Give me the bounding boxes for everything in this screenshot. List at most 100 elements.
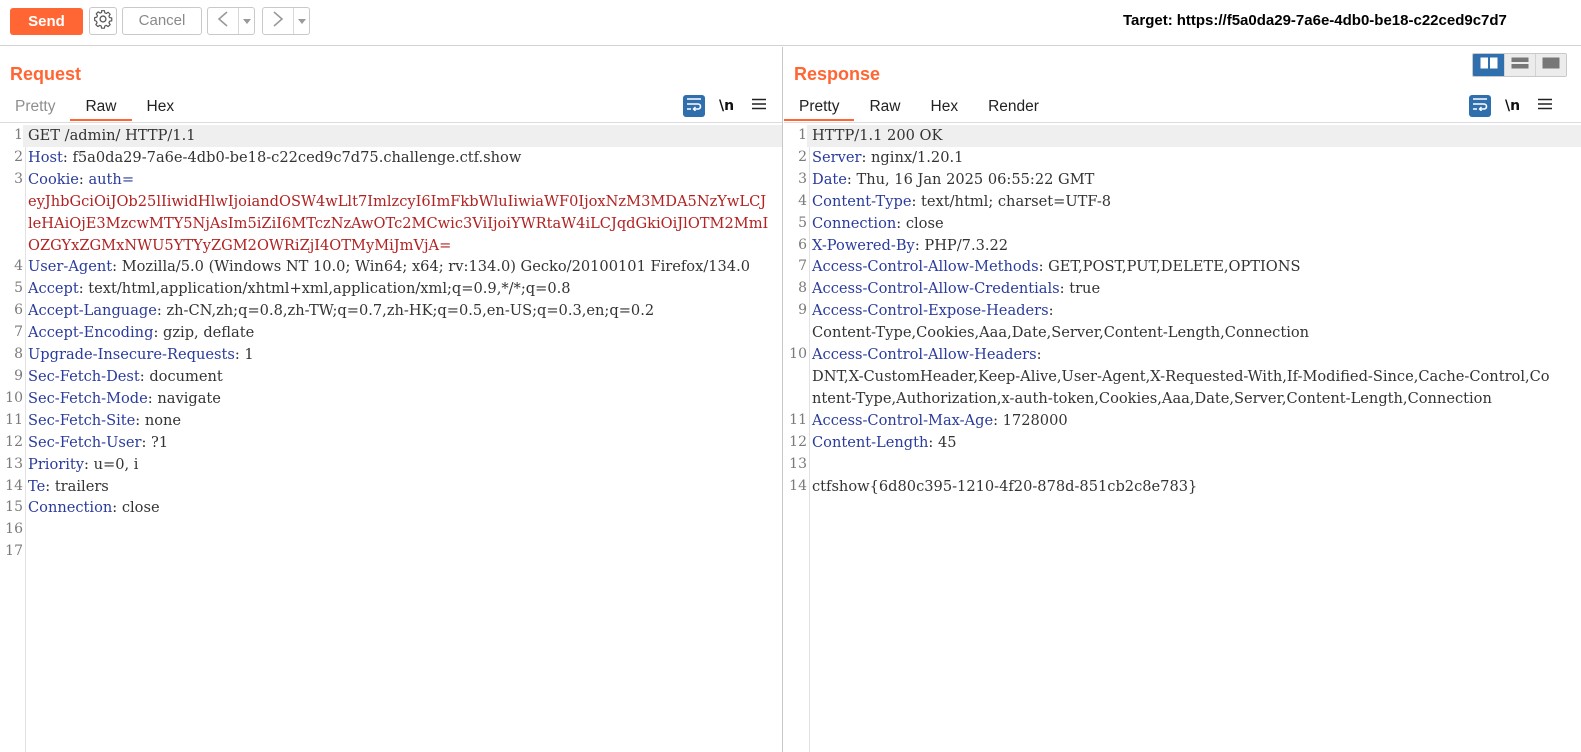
header-value: close xyxy=(905,214,944,232)
header-value: ?1 xyxy=(151,433,169,451)
back-nav-group xyxy=(207,7,255,35)
header-value: zh-CN,zh;q=0.8,zh-TW;q=0.7,zh-HK;q=0.5,e… xyxy=(166,302,655,320)
response-tab-render[interactable]: Render xyxy=(973,95,1054,121)
target-display[interactable]: Target: https://f5a0da29-7a6e-4db0-be18-c… xyxy=(1123,12,1507,29)
request-wrap-lines-button[interactable] xyxy=(683,95,705,117)
header-name: Accept-Encoding xyxy=(28,324,154,342)
toolbar: Send Cancel Target: https://f5a0da29-7a6… xyxy=(0,0,1581,46)
request-tab-pretty[interactable]: Pretty xyxy=(0,95,70,121)
header-name: X-Powered-By xyxy=(812,236,915,254)
request-tabs-divider xyxy=(0,122,782,123)
header-value: trailers xyxy=(54,477,109,495)
header-name: Access-Control-Allow-Methods xyxy=(812,258,1039,276)
back-button[interactable] xyxy=(208,8,239,34)
header-name: Content-Type xyxy=(812,192,912,210)
request-line: 11 Sec-Fetch-Site: none xyxy=(5,411,182,429)
header-name: Cookie xyxy=(28,170,79,188)
response-tab-pretty[interactable]: Pretty xyxy=(784,95,855,121)
cancel-button[interactable]: Cancel xyxy=(122,7,202,35)
header-name: Access-Control-Expose-Headers xyxy=(812,302,1049,320)
request-line: 4 User-Agent: Mozilla/5.0 (Windows NT 10.… xyxy=(14,258,751,276)
request-show-newlines-button[interactable]: \n xyxy=(719,98,734,114)
header-value: Thu, 16 Jan 2025 06:55:22 GMT xyxy=(856,170,1095,188)
header-value: DNT,X-CustomHeader,Keep-Alive,User-Agent… xyxy=(812,367,1550,407)
header-value: close xyxy=(121,499,160,517)
hamburger-menu-icon xyxy=(1538,97,1553,115)
request-pane: Request Pretty Raw Hex \n 1 GET /admin/ H… xyxy=(0,47,783,752)
settings-button[interactable] xyxy=(89,7,117,35)
header-name: Te xyxy=(28,477,46,495)
header-value: gzip, deflate xyxy=(163,324,255,342)
header-name: Sec-Fetch-User xyxy=(28,433,142,451)
header-value: Content-Type,Cookies,Aaa,Date,Server,Con… xyxy=(812,324,1310,342)
header-name: Date xyxy=(812,170,847,188)
request-line: 16 xyxy=(5,521,23,538)
layout-split-icon xyxy=(1480,56,1498,74)
send-button[interactable]: Send xyxy=(10,8,83,35)
response-menu-button[interactable] xyxy=(1538,97,1553,115)
request-tab-hex[interactable]: Hex xyxy=(132,95,190,121)
header-name: Content-Length xyxy=(812,433,929,451)
layout-split-button[interactable] xyxy=(1473,54,1504,76)
request-menu-button[interactable] xyxy=(752,97,767,115)
target-label: Target: xyxy=(1123,12,1173,29)
response-body-line: 14 ctfshow{6d80c395-1210-4f20-878d-851cb2… xyxy=(789,477,1198,495)
header-value: document xyxy=(149,367,223,385)
header-value: true xyxy=(1069,280,1101,298)
response-show-newlines-button[interactable]: \n xyxy=(1505,98,1520,114)
dropdown-icon xyxy=(297,12,306,30)
response-line: 11 Access-Control-Max-Age: 1728000 xyxy=(789,411,1068,429)
response-tab-raw[interactable]: Raw xyxy=(854,95,915,121)
response-wrap-lines-button[interactable] xyxy=(1469,95,1491,117)
back-arrow-icon xyxy=(216,10,230,33)
header-name: Access-Control-Max-Age xyxy=(812,411,994,429)
layout-toggle-group xyxy=(1472,53,1567,77)
request-line: 10 Sec-Fetch-Mode: navigate xyxy=(5,389,221,407)
forward-history-dropdown[interactable] xyxy=(294,8,309,34)
header-value: Mozilla/5.0 (Windows NT 10.0; Win64; x64… xyxy=(121,258,751,276)
request-line: 15 Connection: close xyxy=(5,499,160,517)
response-title: Response xyxy=(794,64,881,84)
forward-nav-group xyxy=(262,7,310,35)
forward-arrow-icon xyxy=(271,10,285,33)
header-name: Access-Control-Allow-Headers xyxy=(812,346,1037,364)
request-tools: \n xyxy=(683,95,767,117)
header-name: Accept xyxy=(28,280,79,298)
wrap-lines-icon xyxy=(686,97,702,116)
layout-horizontal-button[interactable] xyxy=(1504,54,1535,76)
header-value: nginx/1.20.1 xyxy=(871,148,964,166)
target-url: https://f5a0da29-7a6e-4db0-be18-c22ced9c… xyxy=(1176,12,1507,29)
layout-horizontal-icon xyxy=(1511,56,1529,74)
header-name: Host xyxy=(28,148,63,166)
request-tab-raw[interactable]: Raw xyxy=(70,95,132,121)
request-editor[interactable]: 1 GET /admin/ HTTP/1.1 2 Host: f5a0da29-7a… xyxy=(0,125,782,752)
header-name: Sec-Fetch-Mode xyxy=(28,389,148,407)
response-line: 9 Access-Control-Expose-Headers: Content-T… xyxy=(798,302,1310,342)
response-line: 2 Server: nginx/1.20.1 xyxy=(798,148,964,166)
request-line: 1 GET /admin/ HTTP/1.1 xyxy=(0,125,782,147)
request-line: 2 Host: f5a0da29-7a6e-4db0-be18-c22ced9c7… xyxy=(14,148,522,166)
layout-single-button[interactable] xyxy=(1535,54,1566,76)
response-line: 4 Content-Type: text/html; charset=UTF-8 xyxy=(798,192,1112,210)
header-name: Server xyxy=(812,148,862,166)
cookie-name: auth= xyxy=(88,170,135,188)
response-editor[interactable]: 1 HTTP/1.1 200 OK 2 Server: nginx/1.20.1 3… xyxy=(784,125,1581,752)
back-history-dropdown[interactable] xyxy=(239,8,254,34)
request-line: 7 Accept-Encoding: gzip, deflate xyxy=(14,324,255,342)
response-line: 7 Access-Control-Allow-Methods: GET,POST,… xyxy=(798,258,1301,276)
header-name: Sec-Fetch-Site xyxy=(28,411,136,429)
hamburger-menu-icon xyxy=(752,97,767,115)
header-value: 45 xyxy=(937,433,957,451)
response-line: 6 X-Powered-By: PHP/7.3.22 xyxy=(798,236,1009,254)
response-line: 3 Date: Thu, 16 Jan 2025 06:55:22 GMT xyxy=(798,170,1095,188)
forward-button[interactable] xyxy=(263,8,294,34)
header-name: Priority xyxy=(28,455,85,473)
header-value: navigate xyxy=(157,389,221,407)
response-tab-hex[interactable]: Hex xyxy=(916,95,974,121)
request-line: 12 Sec-Fetch-User: ?1 xyxy=(5,433,169,451)
header-name: Upgrade-Insecure-Requests xyxy=(28,346,235,364)
header-name: User-Agent xyxy=(28,258,113,276)
response-tools: \n xyxy=(1469,95,1553,117)
request-line: 9 Sec-Fetch-Dest: document xyxy=(14,367,223,385)
request-line: 6 Accept-Language: zh-CN,zh;q=0.8,zh-TW;q… xyxy=(14,302,655,320)
